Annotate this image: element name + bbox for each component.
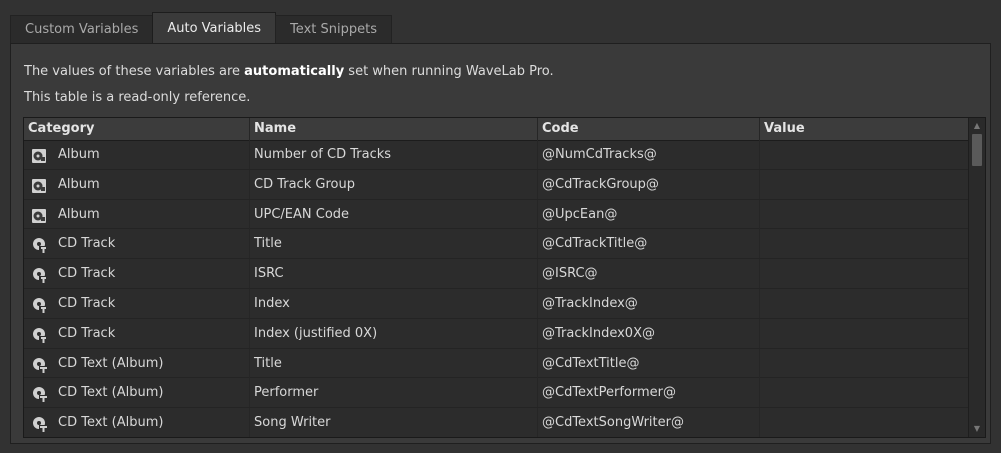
cell-value [760, 318, 970, 348]
cell-name: Title [250, 229, 538, 259]
cell-category: Album [24, 140, 250, 169]
cell-name: ISRC [250, 259, 538, 289]
cell-code: @CdTrackTitle@ [538, 229, 760, 259]
cell-code: @TrackIndex0X@ [538, 318, 760, 348]
cell-code: @CdTextPerformer@ [538, 378, 760, 408]
auto-variables-panel: The values of these variables are automa… [10, 43, 991, 444]
table-row[interactable]: CD Text (Album) Song Writer @CdTextSongWri… [24, 408, 970, 437]
column-header-value[interactable]: Value [760, 118, 970, 140]
variables-table: Category Name Code Value Album Number of … [23, 117, 986, 438]
cd-track-icon [31, 265, 47, 284]
cell-code: @NumCdTracks@ [538, 140, 760, 169]
cell-category: CD Track [24, 288, 250, 318]
cell-code: @CdTrackGroup@ [538, 169, 760, 199]
cell-name: Index [250, 288, 538, 318]
table-row[interactable]: CD Track ISRC @ISRC@ [24, 259, 970, 289]
cell-value [760, 140, 970, 169]
cell-name: CD Track Group [250, 169, 538, 199]
description-line-2: This table is a read-only reference. [24, 90, 251, 105]
cell-value [760, 199, 970, 229]
table-row[interactable]: CD Text (Album) Title @CdTextTitle@ [24, 348, 970, 379]
description-bold: automatically [244, 64, 345, 79]
cell-code: @UpcEan@ [538, 199, 760, 229]
cd-text-icon [31, 414, 47, 433]
column-header-name[interactable]: Name [250, 118, 538, 140]
cell-name: Index (justified 0X) [250, 318, 538, 348]
cell-value [760, 259, 970, 289]
tab-bar: Custom Variables Auto Variables Text Sni… [10, 12, 392, 43]
cell-category: Album [24, 199, 250, 229]
cell-category: CD Text (Album) [24, 378, 250, 408]
cell-code: @TrackIndex@ [538, 288, 760, 318]
table-row[interactable]: CD Track Index @TrackIndex@ [24, 288, 970, 319]
album-icon [31, 146, 47, 163]
cell-category: CD Text (Album) [24, 348, 250, 378]
cd-track-icon [31, 235, 47, 254]
table-row[interactable]: Album CD Track Group @CdTrackGroup@ [24, 169, 970, 200]
table-header: Category Name Code Value [24, 118, 970, 141]
cell-category: CD Track [24, 318, 250, 348]
cd-track-icon [31, 325, 47, 343]
table-body: Album Number of CD Tracks @NumCdTracks@ Alb… [24, 140, 970, 437]
table-row[interactable]: Album Number of CD Tracks @NumCdTracks@ [24, 140, 970, 170]
cd-track-icon [31, 295, 47, 313]
table-row[interactable]: CD Text (Album) Performer @CdTextPerformer… [24, 378, 970, 409]
cell-category: CD Track [24, 229, 250, 259]
cd-text-icon [31, 355, 47, 373]
cell-value [760, 169, 970, 199]
scrollbar-thumb[interactable] [972, 134, 982, 166]
description-line-1: The values of these variables are automa… [24, 64, 554, 79]
scroll-down-icon[interactable]: ▼ [971, 424, 983, 434]
album-icon [31, 206, 47, 223]
album-icon [31, 176, 47, 193]
cell-code: @ISRC@ [538, 259, 760, 289]
scroll-up-icon[interactable]: ▲ [971, 121, 983, 131]
column-header-code[interactable]: Code [538, 118, 760, 140]
vertical-scrollbar[interactable]: ▲ ▼ [968, 118, 985, 437]
column-header-category[interactable]: Category [24, 118, 250, 140]
tab-custom-variables[interactable]: Custom Variables [10, 15, 154, 43]
cell-code: @CdTextSongWriter@ [538, 408, 760, 437]
cell-value [760, 408, 970, 437]
tab-auto-variables[interactable]: Auto Variables [152, 12, 277, 43]
cell-name: Title [250, 348, 538, 378]
cell-value [760, 348, 970, 378]
cell-value [760, 229, 970, 259]
cell-name: Song Writer [250, 408, 538, 437]
cell-value [760, 378, 970, 408]
table-row[interactable]: Album UPC/EAN Code @UpcEan@ [24, 199, 970, 230]
cd-text-icon [31, 384, 47, 403]
cell-name: Performer [250, 378, 538, 408]
cell-category: Album [24, 169, 250, 199]
table-row[interactable]: CD Track Title @CdTrackTitle@ [24, 229, 970, 260]
cell-category: CD Track [24, 259, 250, 289]
cell-category: CD Text (Album) [24, 408, 250, 437]
cell-name: Number of CD Tracks [250, 140, 538, 169]
cell-code: @CdTextTitle@ [538, 348, 760, 378]
cell-name: UPC/EAN Code [250, 199, 538, 229]
cell-value [760, 288, 970, 318]
table-row[interactable]: CD Track Index (justified 0X) @TrackIndex0… [24, 318, 970, 349]
tab-text-snippets[interactable]: Text Snippets [275, 15, 392, 43]
